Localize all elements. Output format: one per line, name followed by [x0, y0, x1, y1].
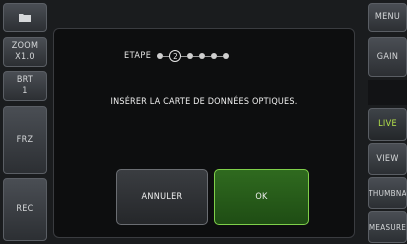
freeze-button[interactable]: FRZ: [3, 106, 47, 174]
right-panel-divider: [368, 80, 407, 105]
step-current: 2: [169, 50, 182, 62]
step-indicator: ETAPE 2: [124, 49, 230, 63]
view-label: VIEW: [376, 153, 399, 164]
ok-label: OK: [255, 192, 268, 202]
brightness-button[interactable]: BRT 1: [3, 71, 47, 101]
view-button[interactable]: VIEW: [368, 143, 407, 175]
measure-button[interactable]: MEASURE: [368, 211, 407, 243]
cancel-label: ANNULER: [141, 192, 183, 202]
zoom-button[interactable]: ZOOM X1.0: [3, 37, 47, 67]
step-label: ETAPE: [124, 51, 152, 61]
thumbnail-label: THUMBNA: [368, 188, 407, 198]
thumbnail-button[interactable]: THUMBNA: [368, 177, 407, 209]
record-label: REC: [16, 204, 34, 214]
record-button[interactable]: REC: [3, 178, 47, 241]
step-6-dot: [223, 53, 230, 59]
menu-label: MENU: [374, 12, 401, 22]
folder-button[interactable]: [3, 3, 47, 32]
live-label: LIVE: [378, 119, 397, 129]
step-current-number: 2: [173, 51, 178, 61]
dialog-message: INSÉRER LA CARTE DE DONNÉES OPTIQUES.: [110, 97, 298, 107]
freeze-label: FRZ: [16, 134, 34, 145]
cancel-button[interactable]: ANNULER: [116, 169, 208, 225]
zoom-label: ZOOM X1.0: [11, 41, 39, 62]
menu-button[interactable]: MENU: [368, 3, 407, 32]
gain-label: GAIN: [376, 51, 399, 62]
live-button[interactable]: LIVE: [368, 108, 407, 141]
folder-icon: [19, 14, 31, 22]
ok-button[interactable]: OK: [214, 169, 309, 225]
measure-label: MEASURE: [368, 222, 407, 232]
gain-button[interactable]: GAIN: [368, 37, 407, 77]
insert-card-dialog: ETAPE 2 INSÉRER LA CARTE DE DONNÉES OPTI…: [53, 28, 355, 238]
brightness-label: BRT 1: [16, 75, 34, 96]
